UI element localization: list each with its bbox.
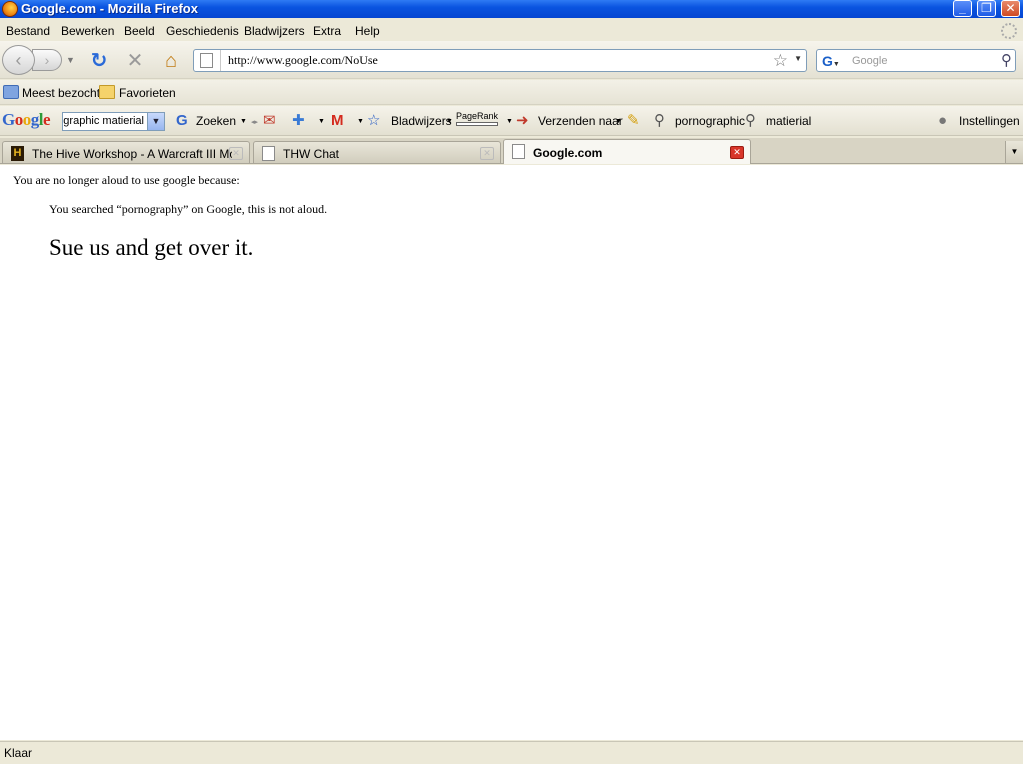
close-window-button[interactable]: ✕ xyxy=(1001,0,1020,17)
star-icon[interactable]: ☆ xyxy=(367,112,380,130)
menu-extra[interactable]: Extra xyxy=(313,24,341,38)
settings-icon[interactable]: ● xyxy=(938,112,947,130)
bookmark-most-visited[interactable]: Meest bezocht xyxy=(22,86,100,100)
tab-thw-chat[interactable]: THW Chat ✕ xyxy=(253,141,501,163)
page-favicon-icon xyxy=(262,146,275,161)
google-search-value[interactable]: graphic matierial xyxy=(63,115,144,127)
menu-geschiedenis[interactable]: Geschiedenis xyxy=(166,24,239,38)
news-icon[interactable]: ✉ xyxy=(263,112,276,130)
folder-icon xyxy=(99,85,115,99)
title-bar: Google.com - Mozilla Firefox _ ❐ ✕ xyxy=(0,0,1023,18)
bookmark-star-icon[interactable]: ☆ xyxy=(773,50,788,71)
firefox-logo-icon xyxy=(2,1,18,17)
tab-google[interactable]: Google.com ✕ xyxy=(503,139,751,164)
page-favicon-icon xyxy=(512,144,525,159)
status-text: Klaar xyxy=(4,746,33,760)
pagerank-bar xyxy=(456,122,498,126)
send-to-icon[interactable]: ➜ xyxy=(516,112,529,130)
gmail-dropdown-icon[interactable]: ▼ xyxy=(357,118,364,125)
tab-bar: H The Hive Workshop - A Warcraft III Mo.… xyxy=(0,138,1023,164)
google-search-combobox[interactable]: graphic matierial ▼ xyxy=(62,112,165,131)
google-g-icon[interactable]: G xyxy=(176,112,188,130)
add-button-icon[interactable]: ✚ xyxy=(292,112,305,130)
menu-bewerken[interactable]: Bewerken xyxy=(61,24,114,38)
pagerank-dropdown-icon[interactable]: ▼ xyxy=(506,118,513,125)
forward-button[interactable]: › xyxy=(32,49,62,71)
minimize-button[interactable]: _ xyxy=(953,0,972,17)
tab-hive-workshop[interactable]: H The Hive Workshop - A Warcraft III Mo.… xyxy=(2,141,250,163)
search-term-pornographic[interactable]: pornographic xyxy=(675,114,745,128)
page-icon xyxy=(200,53,213,68)
pagerank-label: PageRank xyxy=(456,111,499,121)
window-title: Google.com - Mozilla Firefox xyxy=(21,1,198,16)
tab-label: THW Chat xyxy=(283,147,340,161)
tab-list-dropdown-icon[interactable]: ▼ xyxy=(1005,141,1023,163)
bookmark-favorites[interactable]: Favorieten xyxy=(119,86,176,100)
search-box[interactable]: G▼ Google ⚲ xyxy=(816,49,1016,72)
gmail-icon[interactable]: M xyxy=(331,112,344,130)
search-term-icon[interactable]: ⚲ xyxy=(654,112,665,130)
page-content: You are no longer aloud to use google be… xyxy=(0,165,1023,740)
restore-button[interactable]: ❐ xyxy=(977,0,996,17)
highlighter-icon[interactable]: ✎ xyxy=(627,112,640,130)
verzenden-button[interactable]: Verzenden naar xyxy=(538,114,623,128)
content-reason: You searched “pornography” on Google, th… xyxy=(49,202,328,216)
search-icon[interactable]: ⚲ xyxy=(1001,51,1012,69)
menu-bar: Bestand Bewerken Beeld Geschiedenis Blad… xyxy=(0,20,1023,41)
url-dropdown-icon[interactable]: ▼ xyxy=(794,54,802,63)
menu-bladwijzers[interactable]: Bladwijzers xyxy=(244,24,305,38)
stop-icon[interactable]: ✕ xyxy=(124,50,146,72)
throbber-icon xyxy=(1001,23,1017,39)
add-dropdown-icon[interactable]: ▼ xyxy=(318,118,325,125)
resize-handle-icon[interactable]: ◂▸ xyxy=(251,118,258,126)
chevron-down-icon[interactable]: ▼ xyxy=(147,113,164,130)
url-text[interactable]: http://www.google.com/NoUse xyxy=(228,53,378,68)
google-toolbar: Google graphic matierial ▼ G Zoeken ▼ ◂▸… xyxy=(0,106,1023,136)
bladwijzers-dropdown-icon[interactable]: ▼ xyxy=(446,118,453,125)
bookmarks-toolbar: Meest bezocht Favorieten xyxy=(0,80,1023,105)
hive-favicon-icon: H xyxy=(11,146,24,161)
back-forward-group: › ‹ ▼ xyxy=(2,45,78,75)
back-button[interactable]: ‹ xyxy=(2,45,35,75)
search-term-icon[interactable]: ⚲ xyxy=(745,112,756,130)
menu-help[interactable]: Help xyxy=(355,24,380,38)
verzenden-dropdown-icon[interactable]: ▼ xyxy=(615,118,622,125)
status-bar: Klaar xyxy=(0,741,1023,764)
reload-icon[interactable]: ↻ xyxy=(88,50,110,72)
most-visited-icon xyxy=(3,85,19,99)
search-term-matierial[interactable]: matierial xyxy=(766,114,811,128)
instellingen-button[interactable]: Instellingen xyxy=(959,114,1020,128)
home-icon[interactable]: ⌂ xyxy=(160,50,182,72)
menu-bestand[interactable]: Bestand xyxy=(6,24,50,38)
navigation-toolbar: › ‹ ▼ ↻ ✕ ⌂ http://www.google.com/NoUse … xyxy=(0,41,1023,79)
address-bar[interactable]: http://www.google.com/NoUse ☆ ▼ xyxy=(193,49,807,72)
tab-label: Google.com xyxy=(533,146,603,160)
search-engine-icon[interactable]: G▼ xyxy=(819,52,847,70)
close-tab-icon[interactable]: ✕ xyxy=(480,147,494,160)
search-placeholder[interactable]: Google xyxy=(852,55,887,67)
menu-beeld[interactable]: Beeld xyxy=(124,24,155,38)
url-separator xyxy=(220,50,221,71)
content-headline: Sue us and get over it. xyxy=(49,235,254,260)
close-tab-icon[interactable]: ✕ xyxy=(229,147,243,160)
bladwijzers-button[interactable]: Bladwijzers xyxy=(391,114,452,128)
content-intro: You are no longer aloud to use google be… xyxy=(13,173,240,187)
pagerank-indicator[interactable]: PageRank xyxy=(456,111,498,126)
tab-label: The Hive Workshop - A Warcraft III Mo... xyxy=(32,147,232,161)
history-dropdown-icon[interactable]: ▼ xyxy=(66,55,75,65)
zoeken-button[interactable]: Zoeken xyxy=(196,114,236,128)
close-tab-icon[interactable]: ✕ xyxy=(730,146,744,159)
zoeken-dropdown-icon[interactable]: ▼ xyxy=(240,118,247,125)
google-logo[interactable]: Google xyxy=(2,110,51,130)
